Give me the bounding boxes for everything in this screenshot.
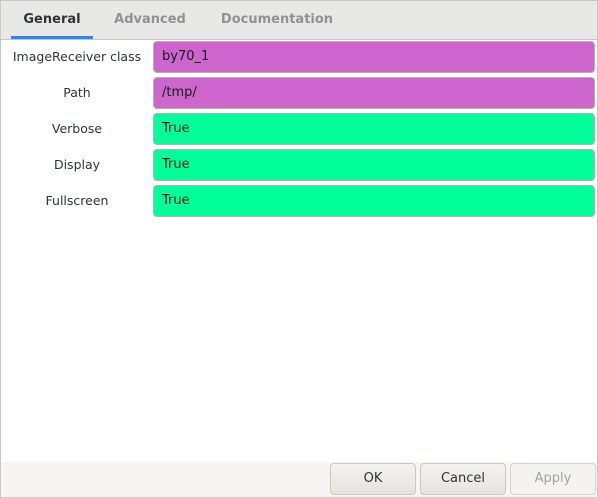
param-row-imagereceiver-class: ImageReceiver class by70_1 [1, 40, 597, 74]
param-label: ImageReceiver class [12, 49, 142, 64]
block-properties-dialog: General Advanced Documentation ImageRece… [0, 0, 598, 498]
tab-general[interactable]: General [11, 1, 93, 39]
param-label: Display [53, 157, 101, 172]
dialog-button-bar: OK Cancel Apply [1, 462, 597, 497]
fullscreen-field[interactable]: True [153, 185, 595, 217]
tab-bar: General Advanced Documentation [1, 1, 597, 40]
param-row-display: Display True [1, 148, 597, 182]
tab-advanced[interactable]: Advanced [105, 1, 195, 39]
imagereceiver-class-field[interactable]: by70_1 [153, 41, 595, 73]
ok-button[interactable]: OK [330, 463, 416, 495]
tab-documentation[interactable]: Documentation [207, 1, 347, 39]
param-row-fullscreen: Fullscreen True [1, 184, 597, 218]
display-field[interactable]: True [153, 149, 595, 181]
path-field[interactable]: /tmp/ [153, 77, 595, 109]
param-label: Verbose [51, 121, 103, 136]
cancel-button[interactable]: Cancel [420, 463, 506, 495]
verbose-field[interactable]: True [153, 113, 595, 145]
param-label: Fullscreen [45, 193, 109, 208]
param-row-path: Path /tmp/ [1, 76, 597, 110]
param-label: Path [63, 85, 91, 100]
parameters-panel: ImageReceiver class by70_1 Path /tmp/ Ve… [1, 40, 597, 462]
param-row-verbose: Verbose True [1, 112, 597, 146]
apply-button[interactable]: Apply [510, 463, 596, 495]
